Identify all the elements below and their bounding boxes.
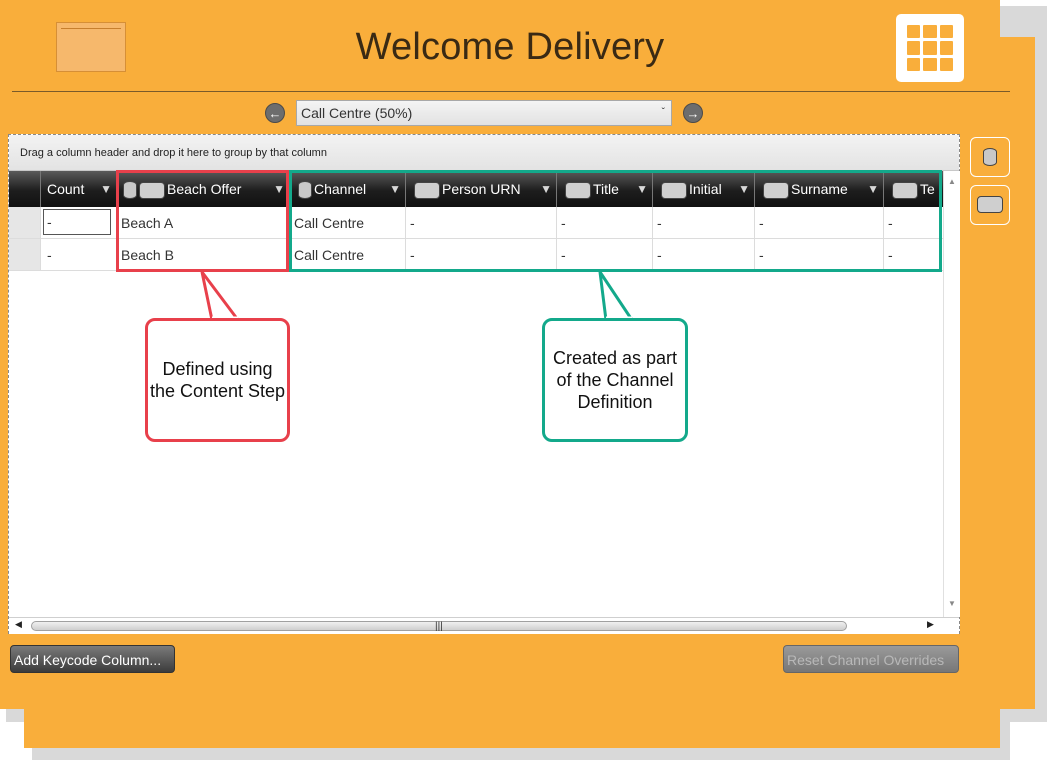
- add-keycode-button[interactable]: [970, 185, 1010, 225]
- channel-select-value: Call Centre (50%): [301, 105, 413, 121]
- database-icon: [983, 148, 997, 166]
- scroll-left-icon[interactable]: ◀: [15, 619, 22, 630]
- add-keycode-column-button[interactable]: Add Keycode Column...: [10, 645, 175, 673]
- arrow-right-icon[interactable]: →: [683, 103, 703, 123]
- content-step-highlight: [116, 170, 289, 272]
- app-grid-icon: [907, 25, 953, 71]
- title-divider: [12, 91, 1010, 92]
- column-header-label: Count: [47, 181, 85, 197]
- column-header-count[interactable]: Count ▼: [41, 171, 117, 207]
- callout-pointer-green: [598, 271, 635, 322]
- callout-text: Created as part of the Channel Definitio…: [552, 348, 678, 412]
- scroll-down-icon[interactable]: ▼: [948, 599, 956, 608]
- channel-definition-highlight: [289, 170, 942, 272]
- backdrop-bottom: [24, 700, 1000, 748]
- vertical-scrollbar[interactable]: ▲ ▼: [943, 171, 960, 617]
- horizontal-scroll-thumb[interactable]: |||: [31, 621, 847, 632]
- channel-select[interactable]: Call Centre (50%) ˇ: [296, 100, 672, 126]
- count-cell[interactable]: -: [41, 239, 117, 271]
- callout-pointer-red: [200, 271, 241, 322]
- group-by-drop-zone[interactable]: Drag a column header and drop it here to…: [9, 135, 959, 171]
- content-step-callout: Defined using the Content Step: [145, 318, 290, 442]
- count-input[interactable]: -: [43, 209, 111, 235]
- callout-text: Defined using the Content Step: [149, 359, 286, 401]
- grip-icon: |||: [435, 621, 443, 632]
- reset-channel-overrides-button[interactable]: Reset Channel Overrides: [783, 645, 959, 673]
- row-selector[interactable]: [9, 207, 41, 239]
- row-selector[interactable]: [9, 239, 41, 271]
- chevron-down-icon: ˇ: [661, 107, 665, 118]
- keycode-icon: [977, 196, 1003, 213]
- page-title: Welcome Delivery: [355, 26, 665, 68]
- scroll-right-icon[interactable]: ▶: [927, 619, 934, 630]
- row-header-corner: [9, 171, 41, 207]
- arrow-left-icon[interactable]: ←: [265, 103, 285, 123]
- channel-definition-callout: Created as part of the Channel Definitio…: [542, 318, 688, 442]
- scroll-up-icon[interactable]: ▲: [948, 177, 956, 186]
- add-database-column-button[interactable]: [970, 137, 1010, 177]
- filter-icon[interactable]: ▼: [100, 171, 112, 207]
- count-cell[interactable]: -: [41, 207, 117, 239]
- horizontal-scrollbar[interactable]: ◀ ||| ▶: [9, 617, 959, 634]
- app-grid-button[interactable]: [896, 14, 964, 82]
